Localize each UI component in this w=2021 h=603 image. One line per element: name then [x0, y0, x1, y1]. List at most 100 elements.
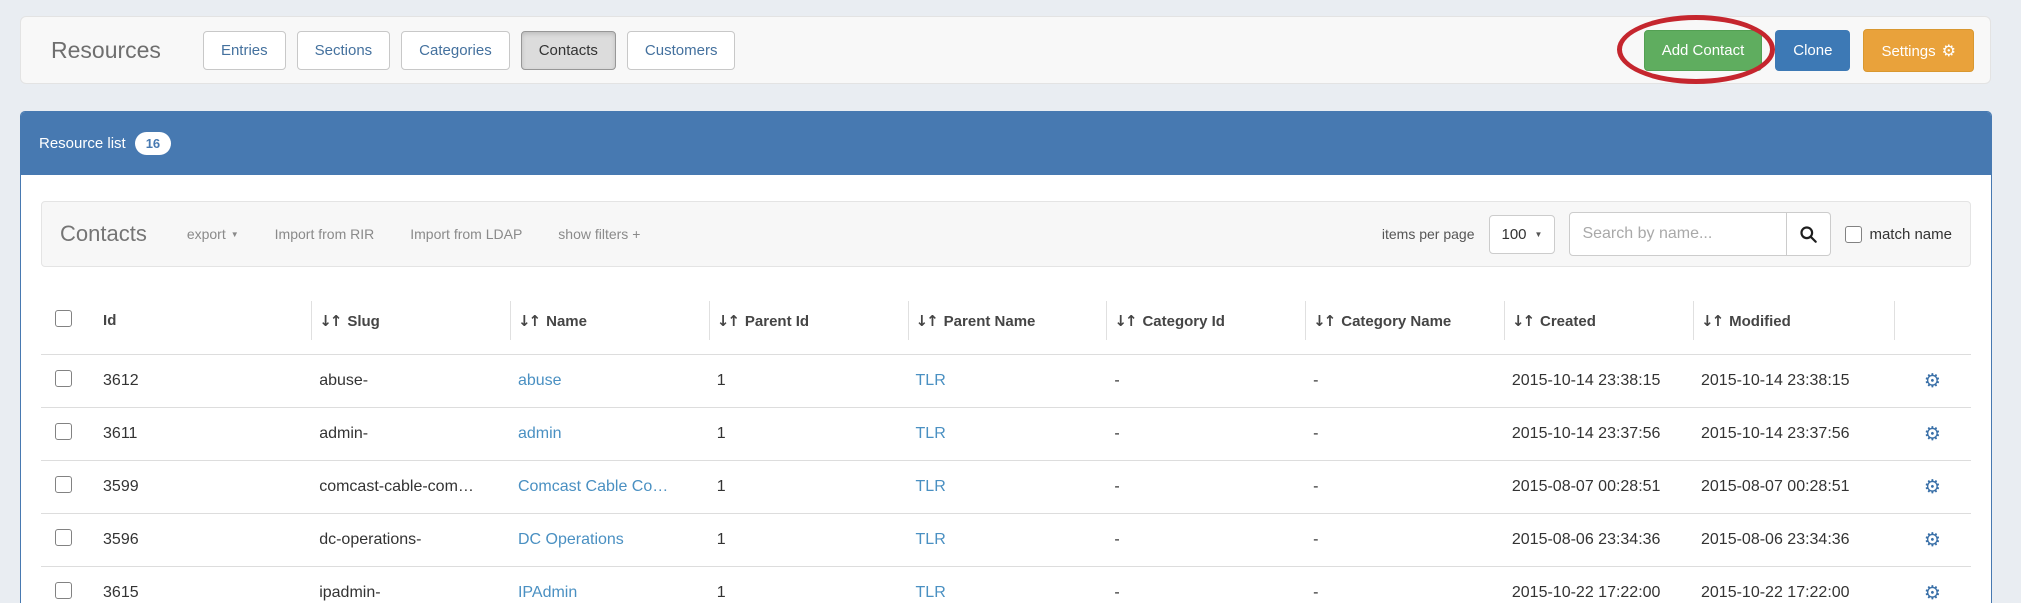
cell-parent_id: 1 — [709, 514, 908, 567]
column-label: Parent Name — [944, 313, 1036, 330]
column-header-id: Id — [95, 287, 311, 355]
search-button[interactable] — [1787, 212, 1831, 256]
cell-category_id: - — [1106, 408, 1305, 461]
gear-icon[interactable]: ⚙ — [1924, 476, 1941, 498]
count-badge: 16 — [135, 132, 171, 155]
name-link[interactable]: IPAdmin — [518, 584, 577, 601]
sort-updown-icon: ↓↑ — [1114, 312, 1135, 330]
column-header-name[interactable]: ↓↑ Name — [510, 287, 709, 355]
import-ldap-link[interactable]: Import from LDAP — [410, 226, 522, 242]
tab-sections[interactable]: Sections — [297, 31, 391, 70]
parent_name-link[interactable]: TLR — [916, 372, 946, 389]
table-row: 3615ipadmin-IPAdmin1TLR--2015-10-22 17:2… — [41, 567, 1971, 603]
column-header-actions — [1894, 287, 1971, 355]
name-link[interactable]: Comcast Cable Co… — [518, 478, 668, 495]
clone-button[interactable]: Clone — [1775, 30, 1850, 71]
cell-id: 3612 — [95, 355, 311, 408]
cell-name: abuse — [510, 355, 709, 408]
contacts-toolbar: Contacts export▼ Import from RIR Import … — [41, 201, 1971, 267]
parent_name-link[interactable]: TLR — [916, 584, 946, 601]
show-filters-link[interactable]: show filters + — [558, 226, 640, 242]
row-actions-cell: ⚙ — [1894, 461, 1971, 514]
parent_name-link[interactable]: TLR — [916, 425, 946, 442]
cell-name: IPAdmin — [510, 567, 709, 603]
gear-icon[interactable]: ⚙ — [1924, 370, 1941, 392]
row-select-cell — [41, 355, 95, 408]
cell-slug: abuse- — [311, 355, 510, 408]
column-label: Category Id — [1142, 313, 1225, 330]
sort-updown-icon: ↓↑ — [518, 312, 539, 330]
cell-slug: admin- — [311, 408, 510, 461]
gear-icon[interactable]: ⚙ — [1924, 529, 1941, 551]
items-per-page-select[interactable]: 100▼ — [1489, 215, 1556, 254]
column-header-category_name[interactable]: ↓↑Category Name — [1305, 287, 1504, 355]
column-header-modified[interactable]: ↓↑Modified — [1693, 287, 1894, 355]
resource-tabs: Entries Sections Categories Contacts Cus… — [203, 31, 736, 70]
parent_name-link[interactable]: TLR — [916, 531, 946, 548]
gear-icon[interactable]: ⚙ — [1924, 423, 1941, 445]
cell-slug: comcast-cable-com… — [311, 461, 510, 514]
items-per-page-value: 100 — [1502, 226, 1527, 243]
row-checkbox[interactable] — [55, 370, 72, 387]
name-link[interactable]: admin — [518, 425, 562, 442]
column-header-created[interactable]: ↓↑Created — [1504, 287, 1693, 355]
search-input[interactable] — [1569, 212, 1787, 256]
column-header-parent_id[interactable]: ↓↑Parent Id — [709, 287, 908, 355]
resource-list-panel: Resource list 16 Contacts export▼ Import… — [20, 111, 1992, 603]
table-header-row: Id↓↑Slug↓↑Name↓↑Parent Id↓↑Parent Name↓↑… — [41, 287, 1971, 355]
import-rir-link[interactable]: Import from RIR — [275, 226, 375, 242]
row-checkbox[interactable] — [55, 529, 72, 546]
settings-button[interactable]: Settings⚙ — [1863, 29, 1974, 72]
cell-category_name: - — [1305, 567, 1504, 603]
tab-categories[interactable]: Categories — [401, 31, 510, 70]
tab-entries[interactable]: Entries — [203, 31, 286, 70]
cell-modified: 2015-10-14 23:38:15 — [1693, 355, 1894, 408]
search-icon — [1799, 225, 1818, 244]
column-label: Parent Id — [745, 313, 809, 330]
table-row: 3612abuse-abuse1TLR--2015-10-14 23:38:15… — [41, 355, 1971, 408]
name-link[interactable]: DC Operations — [518, 531, 624, 548]
cell-category_name: - — [1305, 355, 1504, 408]
match-name-checkbox[interactable] — [1845, 226, 1862, 243]
export-dropdown[interactable]: export▼ — [187, 226, 239, 242]
row-checkbox[interactable] — [55, 582, 72, 599]
column-header-category_id[interactable]: ↓↑ Category Id — [1106, 287, 1305, 355]
gear-icon[interactable]: ⚙ — [1924, 582, 1941, 603]
sort-updown-icon: ↓↑ — [916, 312, 937, 330]
cell-parent_name: TLR — [908, 567, 1107, 603]
parent_name-link[interactable]: TLR — [916, 478, 946, 495]
column-header-slug[interactable]: ↓↑Slug — [311, 287, 510, 355]
cell-modified: 2015-10-14 23:37:56 — [1693, 408, 1894, 461]
row-actions-cell: ⚙ — [1894, 408, 1971, 461]
export-label: export — [187, 226, 226, 242]
cell-parent_id: 1 — [709, 567, 908, 603]
header-actions: Add Contact Clone Settings⚙ — [1644, 29, 1974, 72]
row-actions-cell: ⚙ — [1894, 355, 1971, 408]
select-all-header — [41, 287, 95, 355]
table-row: 3599comcast-cable-com…Comcast Cable Co…1… — [41, 461, 1971, 514]
cell-modified: 2015-08-07 00:28:51 — [1693, 461, 1894, 514]
name-link[interactable]: abuse — [518, 372, 562, 389]
column-header-parent_name[interactable]: ↓↑ Parent Name — [908, 287, 1107, 355]
cell-id: 3615 — [95, 567, 311, 603]
add-contact-button[interactable]: Add Contact — [1644, 30, 1763, 71]
cell-name: DC Operations — [510, 514, 709, 567]
tab-contacts[interactable]: Contacts — [521, 31, 616, 70]
column-label: Id — [103, 312, 116, 329]
row-select-cell — [41, 514, 95, 567]
cell-id: 3611 — [95, 408, 311, 461]
match-name-label: match name — [1869, 226, 1952, 243]
panel-heading: Resource list 16 — [21, 112, 1991, 175]
row-checkbox[interactable] — [55, 423, 72, 440]
cell-parent_name: TLR — [908, 514, 1107, 567]
select-all-checkbox[interactable] — [55, 310, 72, 327]
column-label: Created — [1540, 313, 1596, 330]
tab-customers[interactable]: Customers — [627, 31, 736, 70]
cell-category_id: - — [1106, 514, 1305, 567]
cell-created: 2015-08-07 00:28:51 — [1504, 461, 1693, 514]
row-checkbox[interactable] — [55, 476, 72, 493]
cell-created: 2015-08-06 23:34:36 — [1504, 514, 1693, 567]
column-label: Name — [546, 313, 587, 330]
gear-icon: ⚙ — [1942, 41, 1956, 60]
cell-category_id: - — [1106, 461, 1305, 514]
